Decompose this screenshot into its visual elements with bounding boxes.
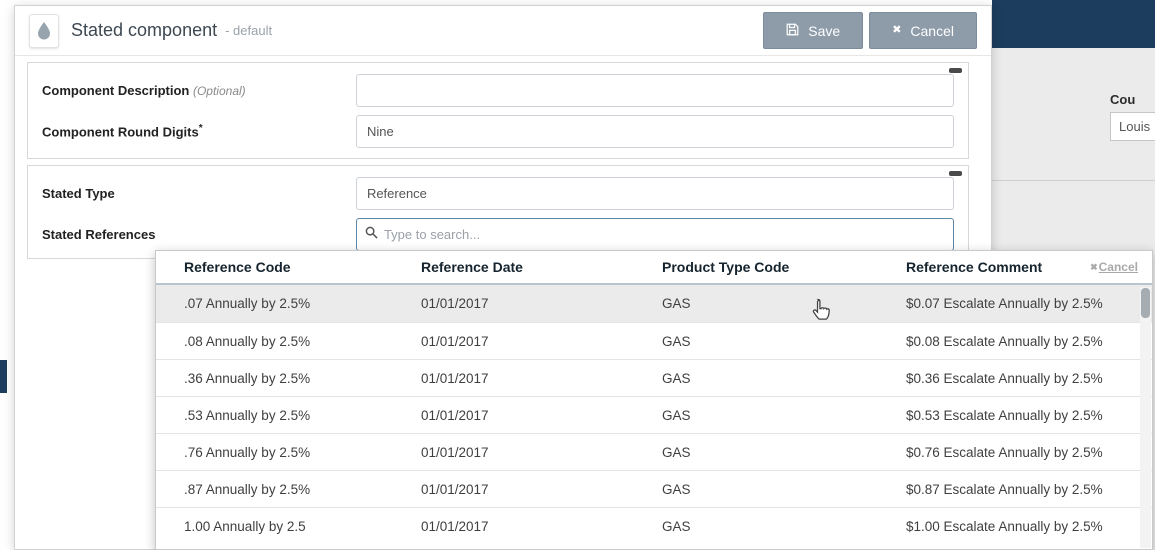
flame-icon [29,14,59,48]
scrollbar-thumb[interactable] [1141,288,1150,318]
search-icon [365,226,378,244]
modal-title: Stated component [71,20,217,41]
cancel-button-label: Cancel [910,23,954,39]
form-section-stated: Stated Type Stated References [27,165,969,259]
background-field-value: Louis [1110,112,1155,141]
required-mark: * [199,123,203,134]
save-icon [786,23,799,39]
reference-search-results: Reference Code Reference Date Product Ty… [155,250,1153,550]
stated-references-row: Stated References [28,218,968,251]
table-row[interactable]: .08 Annually by 2.5% 01/01/2017 GAS $0.0… [156,322,1152,359]
left-accent-strip [0,360,7,393]
table-row[interactable]: .36 Annually by 2.5% 01/01/2017 GAS $0.3… [156,359,1152,396]
component-description-input[interactable] [356,74,954,107]
table-row[interactable]: .07 Annually by 2.5% 01/01/2017 GAS $0.0… [156,285,1152,322]
modal-subtitle: - default [225,23,272,38]
component-description-row: Component Description (Optional) [28,74,968,107]
cancel-button[interactable]: ✖ Cancel [869,12,977,49]
background-field-label: Cou [1110,92,1155,107]
component-description-label: Component Description (Optional) [42,83,356,98]
table-row[interactable]: .76 Annually by 2.5% 01/01/2017 GAS $0.7… [156,433,1152,470]
optional-hint: (Optional) [193,84,246,98]
modal-header: Stated component - default Save ✖ Cancel [15,6,991,56]
table-row[interactable]: .87 Annually by 2.5% 01/01/2017 GAS $0.8… [156,470,1152,507]
background-field: Cou Louis [1110,92,1155,141]
stated-references-search [356,218,954,251]
panel-scrollbar-thumb[interactable] [949,171,962,176]
component-round-digits-row: Component Round Digits* [28,115,968,148]
form-section-general: Component Description (Optional) Compone… [27,62,969,159]
stated-type-input[interactable] [356,177,954,210]
save-button[interactable]: Save [763,12,863,49]
modal-actions: Save ✖ Cancel [763,12,977,49]
save-button-label: Save [808,23,840,39]
results-scrollbar[interactable] [1140,287,1151,548]
component-round-digits-label: Component Round Digits* [42,123,356,139]
column-header-product-type-code: Product Type Code [662,259,906,275]
table-row[interactable]: 1.00 Annually by 2.5 01/01/2017 GAS $1.0… [156,507,1152,544]
column-header-reference-code: Reference Code [184,259,421,275]
component-round-digits-input[interactable] [356,115,954,148]
app-header-bar [992,0,1155,48]
background-divider [992,180,1155,181]
stated-references-label: Stated References [42,227,356,242]
stated-type-row: Stated Type [28,177,968,210]
panel-scrollbar-thumb[interactable] [949,68,962,73]
close-icon: ✖ [892,25,901,36]
results-header: Reference Code Reference Date Product Ty… [156,251,1152,285]
stated-type-label: Stated Type [42,186,356,201]
close-icon: ✖ [1090,262,1098,273]
table-row[interactable]: .53 Annually by 2.5% 01/01/2017 GAS $0.5… [156,396,1152,433]
search-input[interactable] [384,227,945,242]
column-header-reference-date: Reference Date [421,259,662,275]
results-cancel-link[interactable]: ✖Cancel [1090,260,1138,274]
